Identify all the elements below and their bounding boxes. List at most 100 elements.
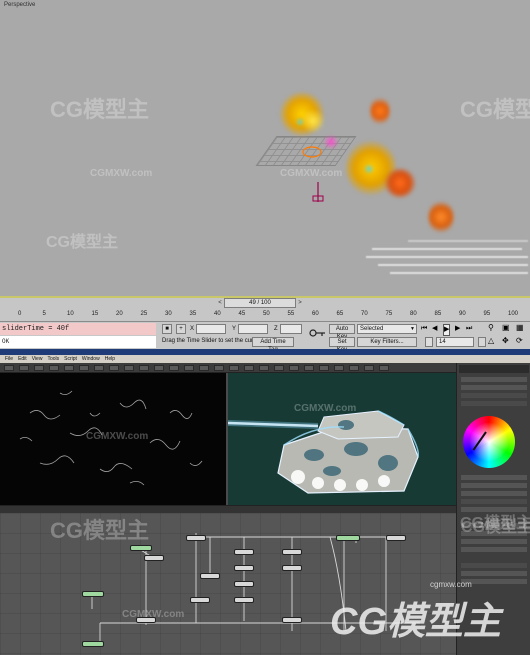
fov-icon[interactable]: △ <box>488 336 494 345</box>
frame-ruler[interactable]: 0 5 10 15 20 25 30 35 40 45 50 55 60 65 70 75 80 85 90 95 10… <box>18 309 528 321</box>
toolbar-button[interactable] <box>304 365 314 371</box>
flow-node[interactable] <box>282 549 302 555</box>
orbit-icon[interactable]: ⟳ <box>516 336 523 345</box>
maxscript-listener-result[interactable]: OK <box>0 336 156 348</box>
inspector-row[interactable] <box>461 547 527 552</box>
flow-node[interactable] <box>234 597 254 603</box>
key-filters-button[interactable]: Key Filters... <box>357 337 417 347</box>
next-frame-icon[interactable]: ▶ <box>455 324 460 334</box>
toolbar-button[interactable] <box>274 365 284 371</box>
toolbar-button[interactable] <box>319 365 329 371</box>
flow-node[interactable] <box>82 591 104 597</box>
flow-node[interactable] <box>336 535 360 541</box>
toolbar-button[interactable] <box>169 365 179 371</box>
toolbar-button[interactable] <box>154 365 164 371</box>
viewport-label[interactable]: Perspective <box>4 2 35 8</box>
flow-node[interactable] <box>386 535 406 541</box>
goto-start-icon[interactable]: ⏮ <box>421 324 427 334</box>
toolbar-button[interactable] <box>139 365 149 371</box>
toolbar-button[interactable] <box>109 365 119 371</box>
right-viewer[interactable]: CGMXW.com <box>228 373 456 505</box>
menu-item-window[interactable]: Window <box>82 356 100 362</box>
timeline-trackbar[interactable]: < 49 / 100 > 0 5 10 15 20 25 30 35 40 45 50 55 60 65 7… <box>0 296 530 321</box>
flow-node[interactable] <box>234 565 254 571</box>
current-frame-field[interactable]: 14 <box>436 337 474 347</box>
slider-prev-arrow[interactable]: < <box>216 298 224 308</box>
zoom-icon[interactable]: ⚲ <box>488 323 494 332</box>
toolbar-button[interactable] <box>34 365 44 371</box>
toolbar-button[interactable] <box>184 365 194 371</box>
inspector-row[interactable] <box>461 563 527 568</box>
flow-node[interactable] <box>282 565 302 571</box>
inspector-row[interactable] <box>461 377 527 382</box>
zoom-all-icon[interactable]: ▣ <box>502 323 510 332</box>
inspector-row[interactable] <box>461 539 527 544</box>
toolbar-button[interactable] <box>49 365 59 371</box>
time-config-button[interactable] <box>478 337 486 347</box>
slider-next-arrow[interactable]: > <box>296 298 304 308</box>
flow-node[interactable] <box>234 549 254 555</box>
y-coordinate-field[interactable] <box>238 324 268 334</box>
selection-lock-button[interactable]: ■ <box>162 324 172 334</box>
inspector-row[interactable] <box>461 499 527 504</box>
menu-item-edit[interactable]: Edit <box>18 356 27 362</box>
toolbar-button[interactable] <box>289 365 299 371</box>
left-viewer[interactable]: CGMXW.com <box>0 373 226 505</box>
toolbar-button[interactable] <box>229 365 239 371</box>
toolbar-button[interactable] <box>259 365 269 371</box>
x-coordinate-field[interactable] <box>196 324 226 334</box>
color-wheel-picker[interactable] <box>463 416 515 468</box>
zoom-extents-icon[interactable]: ▦ <box>516 323 524 332</box>
flow-node[interactable] <box>82 641 104 647</box>
goto-end-icon[interactable]: ⏭ <box>466 324 472 334</box>
toolbar-button[interactable] <box>199 365 209 371</box>
z-coordinate-field[interactable] <box>280 324 302 334</box>
key-mode-select[interactable]: Selected ▼ <box>357 324 417 334</box>
inspector-row[interactable] <box>461 491 527 496</box>
flow-node[interactable] <box>282 617 302 623</box>
frame-spinner-button[interactable] <box>425 337 433 347</box>
menu-item-file[interactable]: File <box>5 356 13 362</box>
inspector-row[interactable] <box>461 483 527 488</box>
menu-item-script[interactable]: Script <box>64 356 77 362</box>
prev-frame-icon[interactable]: ◀ <box>432 324 437 334</box>
flow-node[interactable] <box>200 573 220 579</box>
toolbar-button[interactable] <box>214 365 224 371</box>
inspector-row[interactable] <box>461 401 527 406</box>
flow-node[interactable] <box>144 555 164 561</box>
inspector-row[interactable] <box>461 571 527 576</box>
toolbar-button[interactable] <box>244 365 254 371</box>
flow-node[interactable] <box>234 581 254 587</box>
auto-key-button[interactable]: Auto Key <box>329 324 355 340</box>
toolbar-button[interactable] <box>79 365 89 371</box>
inspector-tabs[interactable] <box>459 365 529 373</box>
pan-icon[interactable]: ✥ <box>502 336 509 345</box>
add-time-tag-button[interactable]: Add Time Tag <box>252 337 294 353</box>
toolbar-button[interactable] <box>124 365 134 371</box>
flow-node[interactable] <box>190 597 210 603</box>
viewer-control-bar[interactable] <box>0 505 456 513</box>
inspector-row[interactable] <box>461 385 527 390</box>
toolbar-button[interactable] <box>4 365 14 371</box>
menu-item-help[interactable]: Help <box>105 356 115 362</box>
menu-item-view[interactable]: View <box>32 356 43 362</box>
toolbar-button[interactable] <box>364 365 374 371</box>
inspector-row[interactable] <box>461 475 527 480</box>
key-icon[interactable] <box>308 328 326 338</box>
menu-item-tools[interactable]: Tools <box>47 356 59 362</box>
toolbar-button[interactable] <box>334 365 344 371</box>
play-icon[interactable]: ▶ <box>443 324 451 336</box>
toolbar-button[interactable] <box>349 365 359 371</box>
perspective-viewport[interactable]: Perspective CG模型主 CG模型主 CGMXW.com CGMXW.… <box>0 0 530 296</box>
toolbar-button[interactable] <box>94 365 104 371</box>
toolbar-button[interactable] <box>19 365 29 371</box>
toolbar-button[interactable] <box>379 365 389 371</box>
flow-node[interactable] <box>186 535 206 541</box>
set-key-button[interactable]: Set Key <box>329 337 355 353</box>
toolbar-button[interactable] <box>64 365 74 371</box>
maxscript-listener-line[interactable]: sliderTime = 40f <box>0 323 156 335</box>
flow-node[interactable] <box>130 545 152 551</box>
time-slider[interactable]: 49 / 100 <box>224 298 296 308</box>
inspector-row[interactable] <box>461 393 527 398</box>
absolute-mode-button[interactable]: + <box>176 324 186 334</box>
